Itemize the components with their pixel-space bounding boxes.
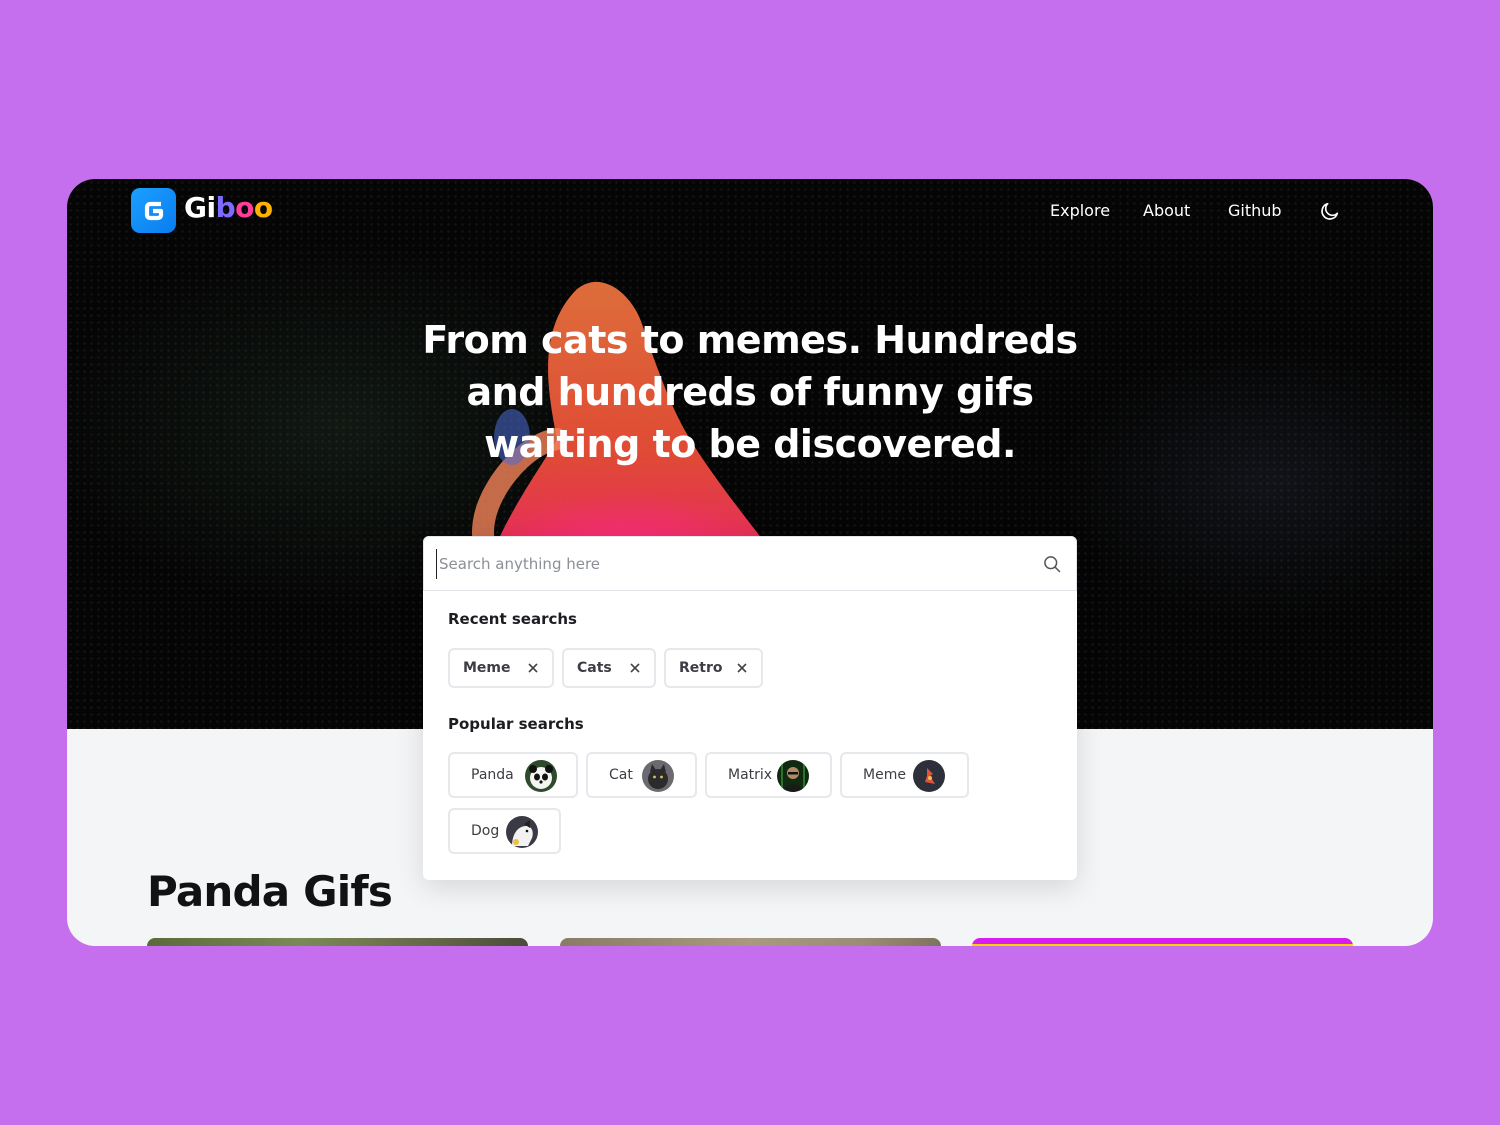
gif-card[interactable] [147, 938, 528, 946]
popular-search-chip[interactable]: Matrix [705, 752, 832, 798]
panda-thumbnail-icon [525, 760, 557, 792]
gallery-title: Panda Gifs [147, 867, 393, 916]
popular-search-chip[interactable]: Meme [840, 752, 969, 798]
chip-label: Cat [609, 767, 633, 783]
popular-searches-title: Popular searchs [448, 715, 584, 733]
chip-label: Matrix [728, 767, 773, 783]
brand-name-part: Gi [184, 191, 216, 224]
chip-label: Dog [471, 823, 500, 839]
chip-label: Cats [577, 660, 612, 676]
cat-thumbnail-icon [642, 760, 674, 792]
hero-headline: From cats to memes. Hundreds and hundred… [422, 318, 1078, 466]
dog-thumbnail-icon [506, 816, 538, 848]
brand-name-part: b [215, 191, 236, 224]
nav-link-about[interactable]: About [1143, 201, 1190, 220]
chip-label: Meme [863, 767, 906, 783]
chip-label: Retro [679, 660, 723, 676]
recent-search-chip[interactable]: Meme [448, 648, 554, 688]
recent-searches-title: Recent searchs [448, 610, 577, 628]
brand-name-part: o [253, 191, 273, 224]
moon-icon[interactable] [1319, 200, 1341, 222]
search-icon[interactable] [1042, 554, 1062, 574]
brand-logo-icon[interactable] [131, 188, 176, 233]
search-dropdown-panel: Recent searchs Meme Cats Retro Popular s… [423, 536, 1077, 880]
brand-name-part: o [235, 191, 254, 224]
close-icon[interactable] [628, 661, 642, 675]
close-icon[interactable] [735, 661, 749, 675]
recent-search-chip[interactable]: Retro [664, 648, 763, 688]
recent-search-chip[interactable]: Cats [562, 648, 656, 688]
close-icon[interactable] [526, 661, 540, 675]
gif-card[interactable] [972, 938, 1353, 946]
meme-thumbnail-icon [913, 760, 945, 792]
search-input[interactable] [436, 549, 1026, 579]
brand-name[interactable]: Giboo [184, 191, 273, 224]
gif-card[interactable] [560, 938, 941, 946]
chip-label: Meme [463, 660, 511, 676]
search-bar [423, 536, 1077, 591]
nav-link-explore[interactable]: Explore [1050, 201, 1110, 220]
matrix-thumbnail-icon [777, 760, 809, 792]
g-logo-glyph-icon [144, 201, 163, 220]
nav-link-github[interactable]: Github [1228, 201, 1282, 220]
popular-search-chip[interactable]: Panda [448, 752, 578, 798]
popular-search-chip[interactable]: Cat [586, 752, 697, 798]
popular-search-chip[interactable]: Dog [448, 808, 561, 854]
top-navigation: Giboo Explore About Github [67, 179, 1433, 243]
chip-label: Panda [471, 767, 514, 783]
browser-frame: Giboo Explore About Github From cats to … [67, 179, 1433, 946]
